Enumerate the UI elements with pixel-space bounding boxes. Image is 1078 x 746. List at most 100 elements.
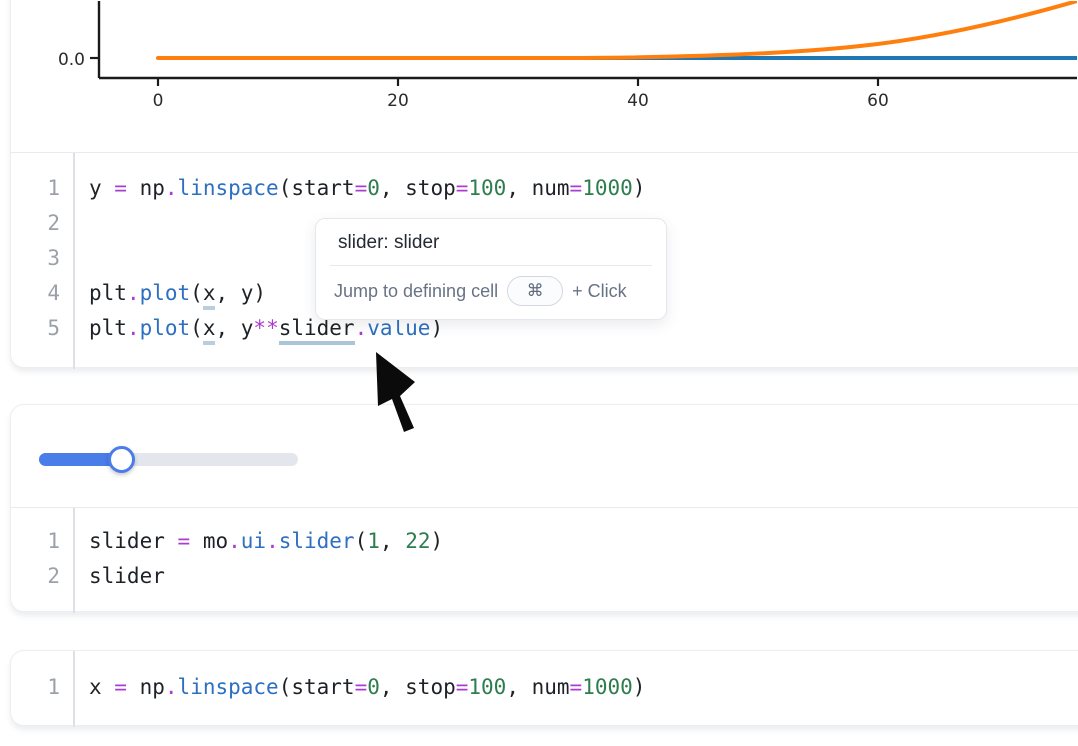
code-token: ) xyxy=(633,176,646,200)
code-token: 100 xyxy=(468,176,506,200)
slider-widget[interactable] xyxy=(39,450,298,470)
code-token: linspace xyxy=(178,675,279,699)
code-token: . xyxy=(165,675,178,699)
code-token: np xyxy=(127,675,165,699)
line-number: 1 xyxy=(11,524,73,559)
code-token: ** xyxy=(253,316,278,340)
code-token: plt xyxy=(89,316,127,340)
code-token: slider xyxy=(279,529,355,553)
line-number: 3 xyxy=(11,241,73,276)
code-token: ( xyxy=(190,281,203,305)
cell-slider: 1slider = mo.ui.slider(1, 22)2slider xyxy=(10,404,1078,612)
code-token: = xyxy=(456,176,469,200)
code-text: plt.plot(x, y) xyxy=(73,276,266,311)
code-token: plot xyxy=(140,316,191,340)
plot-output: 0.0 0 20 40 60 xyxy=(11,0,1078,153)
code-token: plt xyxy=(89,281,127,305)
x-tick-label: 0 xyxy=(153,91,164,111)
tooltip-action-label: Jump to defining cell xyxy=(334,281,498,302)
code-token: , y xyxy=(215,316,253,340)
matplotlib-figure: 0.0 0 20 40 60 xyxy=(11,1,1077,173)
code-token: (start xyxy=(279,675,355,699)
code-token: 100 xyxy=(468,675,506,699)
code-token: ( xyxy=(355,529,368,553)
code-token: mo xyxy=(190,529,228,553)
code-line[interactable]: 1x = np.linspace(start=0, stop=100, num=… xyxy=(11,670,1078,705)
code-token: = xyxy=(178,529,191,553)
code-token: 22 xyxy=(405,529,430,553)
line-number: 5 xyxy=(11,311,73,346)
code-text: slider xyxy=(73,559,165,594)
line-number: 2 xyxy=(11,559,73,594)
code-token: 1 xyxy=(367,529,380,553)
code-token: 1000 xyxy=(582,675,633,699)
code-token: ) xyxy=(633,675,646,699)
line-number: 1 xyxy=(11,171,73,206)
code-text xyxy=(73,206,89,241)
code-token: , num xyxy=(506,176,569,200)
slider-track[interactable] xyxy=(39,453,298,466)
code-line[interactable]: 1y = np.linspace(start=0, stop=100, num=… xyxy=(11,171,1078,206)
code-token: , stop xyxy=(380,675,456,699)
code-token: 0 xyxy=(367,176,380,200)
code-token: . xyxy=(127,281,140,305)
underlined-variable-token[interactable]: x xyxy=(203,316,216,345)
underlined-variable-token[interactable]: x xyxy=(203,281,216,310)
tooltip-click-label: + Click xyxy=(572,281,627,302)
command-key-icon: ⌘ xyxy=(507,276,563,306)
code-token: y xyxy=(89,176,114,200)
code-text: slider = mo.ui.slider(1, 22) xyxy=(73,524,443,559)
hovered-slider-token[interactable]: slider xyxy=(279,316,355,345)
mouse-cursor-icon xyxy=(368,352,420,436)
code-token: , num xyxy=(506,675,569,699)
code-token: 1000 xyxy=(582,176,633,200)
code-token: = xyxy=(355,176,368,200)
line-number: 2 xyxy=(11,206,73,241)
slider-handle[interactable] xyxy=(108,446,135,473)
code-token: (start xyxy=(279,176,355,200)
code-token: ) xyxy=(430,529,443,553)
code-line[interactable]: 1slider = mo.ui.slider(1, 22) xyxy=(11,524,1078,559)
code-text xyxy=(73,241,89,276)
x-tick-label: 60 xyxy=(867,91,889,111)
code-token: = xyxy=(114,176,127,200)
code-token: . xyxy=(127,316,140,340)
slider-output xyxy=(11,405,1078,508)
code-token: = xyxy=(456,675,469,699)
x-tick-label: 40 xyxy=(627,91,649,111)
code-token: . xyxy=(228,529,241,553)
code-token: = xyxy=(570,675,583,699)
code-token: plot xyxy=(140,281,191,305)
y-tick-label: 0.0 xyxy=(58,50,85,70)
line-number: 1 xyxy=(11,670,73,705)
code-token: , stop xyxy=(380,176,456,200)
notebook-canvas: 0.0 0 20 40 60 1y = np.linspace(start=0,… xyxy=(0,0,1078,746)
code-token: ( xyxy=(190,316,203,340)
tooltip-footer: Jump to defining cell ⌘ + Click xyxy=(316,266,666,319)
code-token: = xyxy=(570,176,583,200)
code-token: np xyxy=(127,176,165,200)
tooltip-title: slider: slider xyxy=(316,219,666,265)
code-text: x = np.linspace(start=0, stop=100, num=1… xyxy=(73,670,645,705)
code-line[interactable]: 2 slider xyxy=(11,559,1078,594)
cell-x: 1x = np.linspace(start=0, stop=100, num=… xyxy=(10,650,1078,726)
code-token: . xyxy=(165,176,178,200)
code-token: = xyxy=(355,675,368,699)
variable-tooltip: slider: slider Jump to defining cell ⌘ +… xyxy=(315,218,667,320)
code-editor-x[interactable]: 1x = np.linspace(start=0, stop=100, num=… xyxy=(11,651,1078,727)
code-token: 0 xyxy=(367,675,380,699)
orange-curve-series xyxy=(158,1,1077,58)
code-text: y = np.linspace(start=0, stop=100, num=1… xyxy=(73,171,645,206)
code-editor-slider[interactable]: 1slider = mo.ui.slider(1, 22)2slider xyxy=(11,508,1078,613)
code-token: linspace xyxy=(178,176,279,200)
code-token: = xyxy=(114,675,127,699)
line-number: 4 xyxy=(11,276,73,311)
code-token: , xyxy=(380,529,405,553)
code-token: , y) xyxy=(215,281,266,305)
code-token: slider xyxy=(89,564,165,588)
code-token: ui xyxy=(241,529,266,553)
x-tick-label: 20 xyxy=(387,91,409,111)
code-token: x xyxy=(89,675,114,699)
code-token: . xyxy=(266,529,279,553)
code-token: slider xyxy=(89,529,178,553)
